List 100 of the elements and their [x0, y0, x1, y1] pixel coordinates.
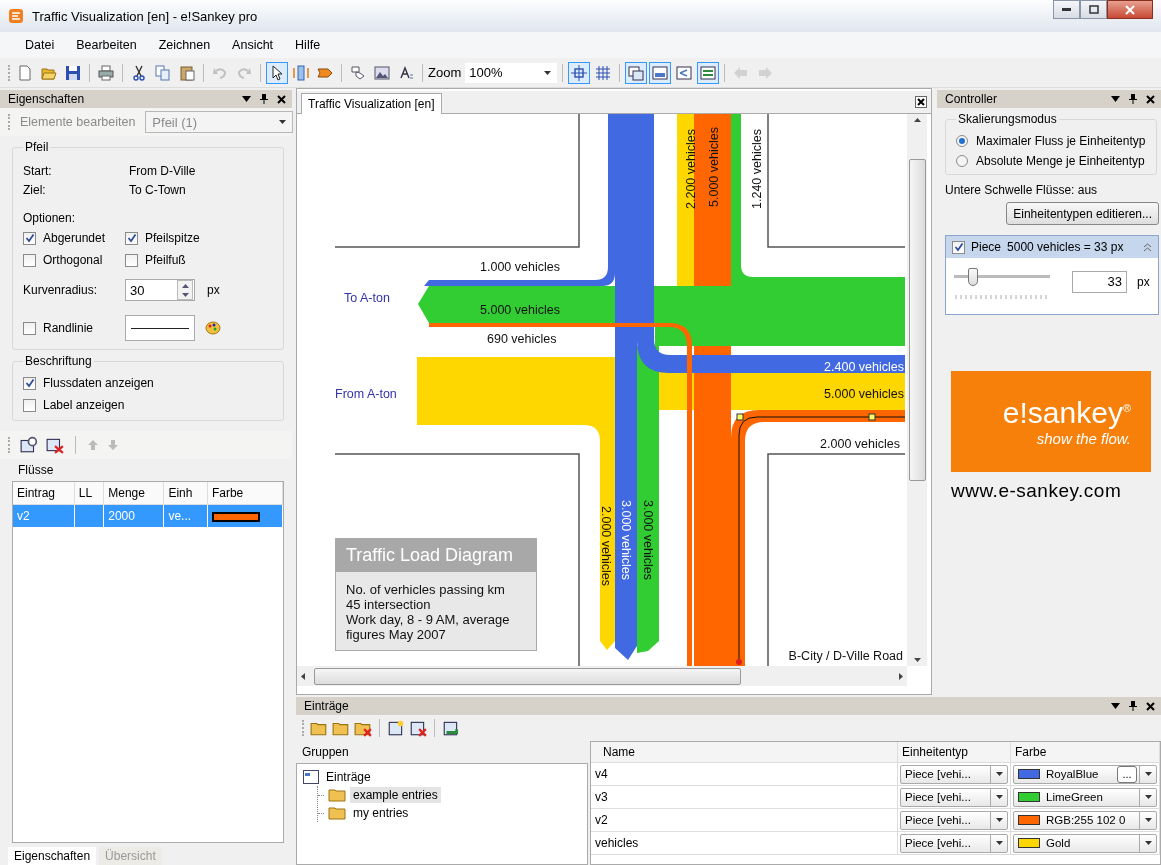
dropdown-icon[interactable]	[1111, 703, 1120, 709]
pin-icon[interactable]	[1129, 94, 1137, 104]
checkbox[interactable]	[125, 231, 138, 245]
horizontal-scrollbar[interactable]	[297, 666, 907, 686]
table-cell[interactable]: v4	[591, 762, 898, 786]
radio-button[interactable]	[956, 155, 968, 167]
app-icon	[8, 8, 24, 24]
flow-label: 690 vehicles	[487, 332, 557, 346]
palette-icon[interactable]	[205, 320, 221, 336]
scroll-left-icon[interactable]	[301, 672, 305, 680]
unit-dropdown[interactable]: Piece [vehi...	[900, 787, 1008, 807]
menu-item[interactable]: Ansicht	[221, 38, 285, 52]
delete-flow-icon[interactable]	[46, 436, 64, 454]
close-icon[interactable]	[915, 96, 927, 108]
line-style-picker[interactable]	[125, 315, 195, 341]
flow-label: 1.240 vehicles	[750, 129, 764, 209]
panel-icon[interactable]	[649, 61, 672, 84]
close-icon[interactable]	[1146, 701, 1155, 711]
new-entry-icon[interactable]	[387, 719, 405, 737]
scroll-up-icon[interactable]	[913, 118, 921, 122]
column-header[interactable]: Einheitentyp	[897, 742, 1011, 763]
table-cell[interactable]: v2	[591, 808, 898, 832]
column-header[interactable]: Farbe	[1010, 742, 1160, 763]
zoom-label: Zoom	[428, 65, 462, 80]
place-label: From A-ton	[335, 387, 397, 401]
minimize-icon	[1062, 8, 1071, 11]
logo-text: e!sankey$^{®}$	[1002, 396, 1131, 430]
scroll-right-icon[interactable]	[899, 672, 903, 680]
unit-dropdown[interactable]: Piece [vehi...	[900, 810, 1008, 830]
column-header[interactable]: Menge	[103, 482, 164, 505]
menu-item[interactable]: Bearbeiten	[65, 38, 148, 52]
pane-title: Gruppen	[301, 744, 350, 761]
document-tab[interactable]: Traffic Visualization [en]	[301, 93, 442, 114]
menu-item[interactable]: Hilfe	[284, 38, 332, 52]
zoom-dropdown[interactable]: 100%	[465, 62, 558, 83]
checkbox-label: Pfeilspitze	[145, 231, 200, 245]
checkbox[interactable]	[23, 231, 36, 245]
color-dropdown[interactable]: LimeGreen	[1013, 787, 1157, 807]
close-icon[interactable]	[277, 94, 286, 104]
pin-icon[interactable]	[1129, 701, 1137, 711]
color-dropdown[interactable]: RGB:255 102 0	[1013, 810, 1157, 830]
checkbox[interactable]	[952, 240, 965, 254]
tree-item[interactable]: example entries	[350, 787, 441, 803]
table-cell[interactable]: v3	[591, 785, 898, 809]
checkbox[interactable]	[23, 398, 36, 412]
unit-dropdown[interactable]: Piece [vehi...	[900, 764, 1008, 784]
edit-units-button[interactable]: Einheitentypen editieren...	[1006, 202, 1159, 225]
slider-thumb[interactable]	[968, 268, 979, 286]
checkbox[interactable]	[23, 376, 36, 390]
import-icon[interactable]	[442, 719, 460, 737]
checkbox-label: Pfeilfuß	[145, 253, 186, 267]
dropdown-icon[interactable]	[1111, 96, 1120, 102]
unit-summary: 5000 vehicles = 33 px	[1007, 240, 1124, 254]
tree-item[interactable]: my entries	[350, 805, 412, 821]
number-field[interactable]: 30	[125, 279, 195, 301]
column-header[interactable]: Eintrag	[13, 482, 75, 505]
unit-dropdown[interactable]: Piece [vehi...	[900, 833, 1008, 853]
number-field[interactable]: 33	[1072, 270, 1127, 293]
pointer-icon[interactable]	[266, 61, 288, 84]
menu-item[interactable]: Datei	[14, 38, 66, 52]
close-icon[interactable]	[1146, 94, 1155, 104]
tree-item[interactable]: Einträge	[323, 769, 374, 785]
table-cell[interactable]: vehicles	[591, 831, 898, 855]
list-icon[interactable]	[697, 61, 720, 84]
caret-icon	[1144, 795, 1152, 799]
edit-flow-icon[interactable]	[20, 436, 38, 454]
flow-label: 5.000 vehicles	[480, 303, 560, 317]
maximize-icon	[1088, 5, 1099, 14]
dropdown-icon[interactable]	[242, 96, 251, 102]
pin-icon[interactable]	[260, 94, 268, 104]
maximize-button[interactable]	[1080, 0, 1107, 19]
spin-up-icon[interactable]	[181, 283, 189, 288]
caret-icon	[544, 70, 552, 75]
scroll-down-icon[interactable]	[913, 658, 921, 662]
radio-label: Absolute Menge je Einheitentyp	[976, 154, 1145, 168]
panel-tab[interactable]: Eigenschaften	[8, 847, 97, 865]
checkbox[interactable]	[23, 321, 36, 335]
checkbox[interactable]	[125, 253, 138, 267]
collapse-icon[interactable]	[1143, 242, 1152, 252]
radio-button[interactable]	[956, 135, 968, 147]
delete-entry-icon[interactable]	[409, 719, 427, 737]
fit-icon[interactable]	[568, 61, 591, 84]
color-dropdown[interactable]: RoyalBlue ...	[1013, 764, 1157, 784]
group-title: Skalierungsmodus	[957, 112, 1058, 126]
picker-button[interactable]: ...	[1117, 765, 1137, 783]
column-header[interactable]: Name	[591, 742, 898, 763]
minimize-button[interactable]	[1053, 0, 1080, 19]
column-header[interactable]: Einh	[163, 482, 208, 505]
checkbox[interactable]	[23, 253, 36, 267]
close-button[interactable]	[1107, 0, 1153, 19]
checkbox-label: Label anzeigen	[43, 398, 125, 412]
spin-down-icon[interactable]	[181, 292, 189, 297]
column-header[interactable]: Farbe	[207, 482, 283, 505]
window-icon[interactable]	[625, 61, 648, 84]
menu-item[interactable]: Zeichnen	[147, 38, 222, 52]
column-header[interactable]: LL	[74, 482, 104, 505]
color-dropdown[interactable]: Gold	[1013, 833, 1157, 853]
flow-label: 5.000 vehicles	[707, 127, 721, 207]
checkbox-label: Randlinie	[43, 321, 94, 335]
vertical-scrollbar[interactable]	[907, 114, 927, 666]
